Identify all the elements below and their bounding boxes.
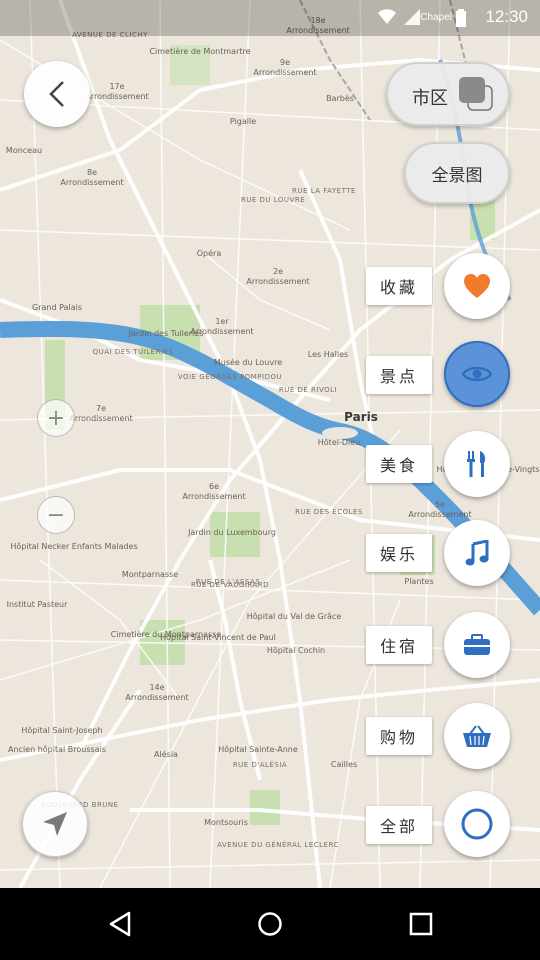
home-circle-icon [258,912,282,936]
nav-recents-button[interactable] [403,906,439,942]
suitcase-icon [464,634,490,655]
map-label: QUAI DES TUILERIES [92,348,174,356]
map-label: Monceau [5,146,43,155]
map-label: Opéra [196,249,222,258]
zoom-in-button[interactable]: + [37,399,75,437]
category-button-food[interactable] [444,431,510,497]
map-label: Musée du Louvre [213,358,283,367]
status-bar: Chapel 12:30 [0,0,540,36]
map-label: Pigalle [229,117,257,126]
map-label: Arrondissement [253,68,317,77]
map-label: Arrondissement [408,510,472,519]
map-label: Jardin des Tuileries [128,329,204,338]
navigation-arrow-icon [43,812,67,836]
category-label-food[interactable]: 美食 [366,445,432,483]
plus-icon: + [46,405,66,431]
category-label-sights[interactable]: 景点 [366,356,432,394]
city-toggle[interactable]: 市区 [386,62,510,126]
fork-knife-icon [467,451,486,477]
heart-icon [464,274,490,298]
map-label: Cailles [330,760,358,769]
zoom-out-button[interactable]: − [37,496,75,534]
eye-icon [462,366,492,382]
map-label: 5e [434,500,446,509]
map-label: Grand Palais [32,303,82,312]
map-label: 7e [95,404,107,413]
locate-button[interactable] [22,791,88,857]
map-label: Les Halles [307,350,349,359]
battery-icon [456,9,466,27]
panorama-label: 全景图 [431,165,483,186]
map-label: 6e [208,482,220,491]
category-label-all[interactable]: 全部 [366,806,432,844]
map-label: 1er [215,317,229,326]
category-button-lodging[interactable] [444,612,510,678]
map-label: Hôpital du Val de Grâce [246,612,342,621]
map-label: Arrondissement [125,693,189,702]
map-label: RUE DES ÉCOLES [295,508,363,516]
map-label: Barbès [326,94,354,103]
map-label: Hôpital Cochin [266,646,326,655]
map-label: Cimetière de Montmartre [149,47,251,56]
nav-back-button[interactable] [102,906,138,942]
map-label: Montsouris [204,818,248,827]
chevron-left-icon [49,81,64,107]
category-label-shopping[interactable]: 购物 [366,717,432,755]
map-label: 9e [279,58,291,67]
city-toggle-label: 市区 [412,88,448,109]
category-label-entertainment[interactable]: 娱乐 [366,534,432,572]
map-label: Hôtel-Dieu [317,438,361,447]
category-button-favorites[interactable] [444,253,510,319]
map-label: RUE DU LOUVRE [240,196,306,204]
category-button-sights[interactable] [444,341,510,407]
category-label-favorites[interactable]: 收藏 [366,267,432,305]
category-button-shopping[interactable] [444,703,510,769]
navigation-bar [0,888,540,960]
clock: 12:30 [485,7,528,26]
wifi-icon [378,9,396,24]
map-label: Hôpital Sainte-Anne [218,745,298,754]
panorama-button[interactable]: 全景图 [404,142,510,204]
map-label: Arrondissement [182,492,246,501]
map-label: Institut Pasteur [6,600,68,609]
map-label: Alésia [154,750,178,759]
category-label-lodging[interactable]: 住宿 [366,626,432,664]
map-label: Montparnasse [121,570,179,579]
category-button-entertainment[interactable] [444,520,510,586]
map-label: Arrondissement [246,277,310,286]
map-label: RUE D'ALÉSIA [232,761,288,769]
map-label: 14e [149,683,165,692]
map-label: RUE DE L'ASSAS [195,578,261,586]
back-button[interactable] [24,61,90,127]
map-label: Hôpital Necker Enfants Malades [10,542,138,551]
map-label: Arrondissement [60,178,124,187]
circle-icon [461,808,493,840]
map-label: VOIE GEORGES POMPIDOU [177,373,283,381]
nav-home-button[interactable] [252,906,288,942]
square-recents-icon [409,912,433,936]
map-label: Arrondissement [69,414,133,423]
map-label: RUE DE RIVOLI [278,386,338,394]
carrier-text: Chapel [420,12,452,23]
category-button-all[interactable] [444,791,510,857]
map-label: Plantes [404,577,434,586]
minus-icon: − [46,502,66,528]
map-label: Hôpital Saint-Joseph [21,726,103,735]
map-label: Arrondissement [85,92,149,101]
signal-icon [404,9,420,25]
map-label: Ancien hôpital Broussais [8,745,106,754]
music-note-icon [465,540,489,566]
map-label: 8e [86,168,98,177]
map-label: Jardin du Luxembourg [188,528,276,537]
triangle-back-icon [109,911,131,937]
map-label: 17e [109,82,125,91]
map-label: AVENUE DU GÉNÉRAL LECLERC [217,841,339,849]
basket-icon [463,725,491,747]
layers-icon [459,77,493,111]
map-label: Hôpital Saint-Vincent de Paul [160,633,276,642]
map-label: 2e [272,267,284,276]
map-label: Paris [344,410,378,424]
